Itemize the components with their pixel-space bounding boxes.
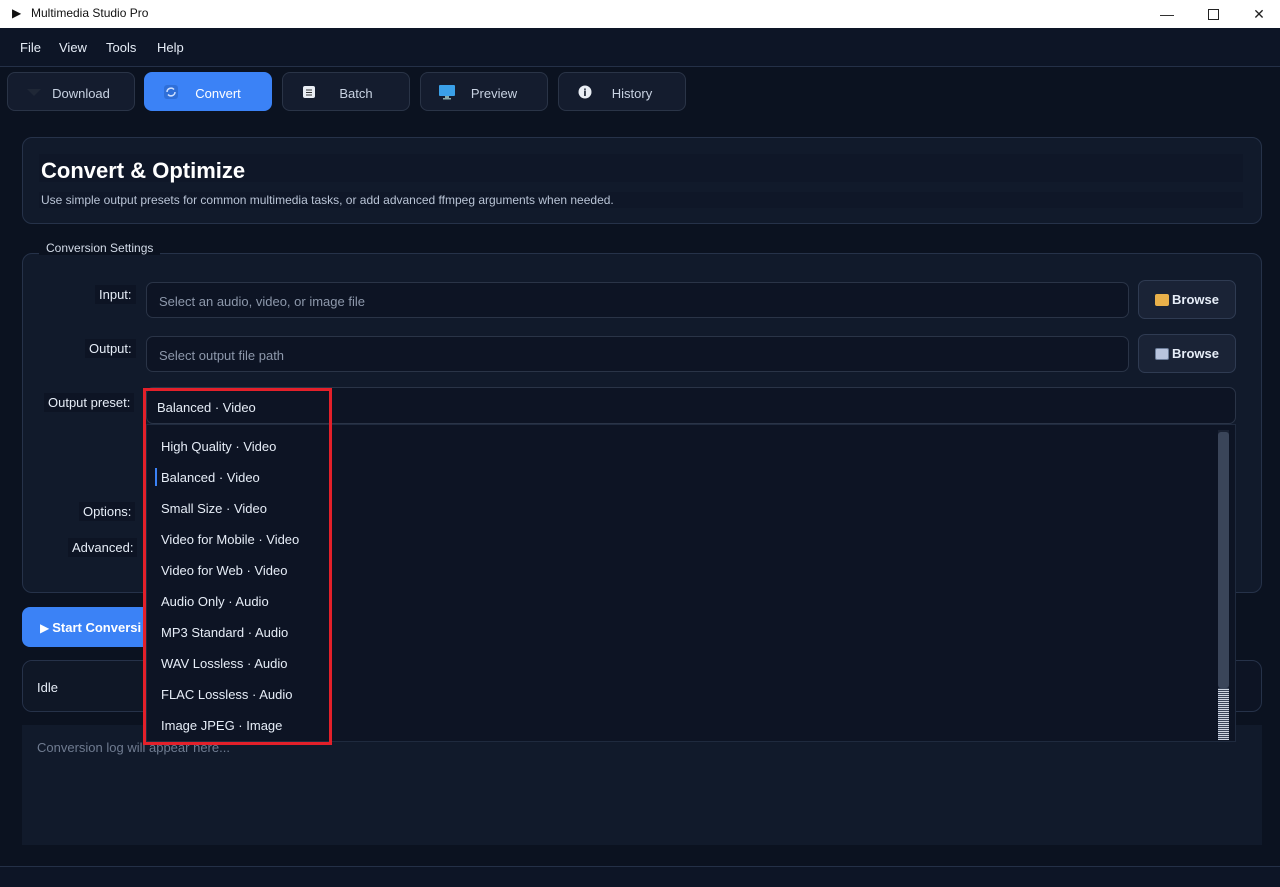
output-browse-button[interactable]: Browse <box>1138 334 1236 373</box>
options-label: Options: <box>79 502 136 521</box>
start-button-label: Start Conversi <box>52 620 142 635</box>
page-subtitle: Use simple output presets for common mul… <box>41 193 614 207</box>
browse-label: Browse <box>1172 292 1219 307</box>
tab-label: Download <box>52 86 110 101</box>
save-icon <box>1155 347 1170 360</box>
preset-label: Output preset: <box>44 393 135 412</box>
tab-label: Preview <box>470 86 518 101</box>
menu-bar: File View Tools Help <box>0 28 1280 67</box>
browse-label: Browse <box>1172 346 1219 361</box>
menu-view[interactable]: View <box>59 40 87 55</box>
window-title: Multimedia Studio Pro <box>31 6 149 20</box>
tab-batch[interactable]: Batch <box>282 72 410 111</box>
tab-download[interactable]: Download <box>7 72 135 111</box>
tab-history[interactable]: i History <box>558 72 686 111</box>
tab-preview[interactable]: Preview <box>420 72 548 111</box>
close-button[interactable]: ✕ <box>1236 0 1280 28</box>
input-file-field[interactable]: Select an audio, video, or image file <box>146 282 1129 318</box>
folder-icon <box>1155 293 1170 306</box>
input-browse-button[interactable]: Browse <box>1138 280 1236 319</box>
highlight-box <box>143 388 332 745</box>
title-bar: ▶ Multimedia Studio Pro — ✕ <box>0 0 1280 29</box>
output-label: Output: <box>85 339 136 358</box>
input-label: Input: <box>95 285 136 304</box>
tab-label: Convert <box>195 86 241 101</box>
advanced-label: Advanced: <box>68 538 138 557</box>
menu-tools[interactable]: Tools <box>106 40 136 55</box>
status-text: Idle <box>37 680 58 695</box>
tab-label: Batch <box>339 86 373 101</box>
header-card: Convert & Optimize Use simple output pre… <box>22 137 1262 224</box>
play-icon: ▶ <box>40 621 50 635</box>
output-file-field[interactable]: Select output file path <box>146 336 1129 372</box>
maximize-button[interactable] <box>1190 0 1236 28</box>
app-play-icon: ▶ <box>12 6 22 20</box>
bottom-bar <box>0 866 1280 887</box>
dropdown-scroll-thumb[interactable] <box>1218 432 1229 688</box>
group-title: Conversion Settings <box>39 241 161 255</box>
tab-convert[interactable]: Convert <box>144 72 272 111</box>
page-title: Convert & Optimize <box>41 158 246 183</box>
minimize-button[interactable]: — <box>1144 0 1190 28</box>
menu-help[interactable]: Help <box>157 40 184 55</box>
menu-file[interactable]: File <box>20 40 41 55</box>
tab-label: History <box>611 86 653 101</box>
